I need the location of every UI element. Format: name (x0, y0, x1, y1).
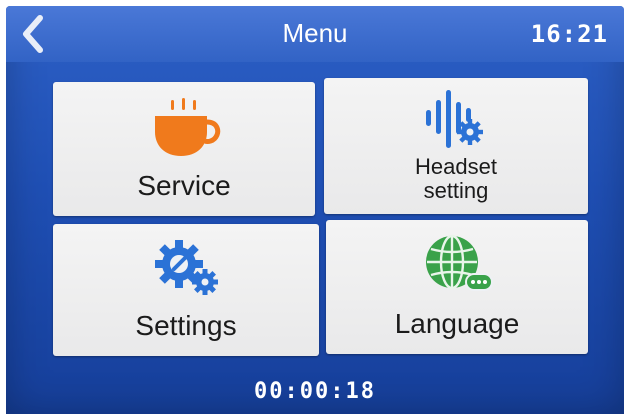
language-label: Language (394, 308, 520, 339)
settings-label: Settings (135, 310, 237, 341)
headset-setting-label-line2: setting (423, 178, 489, 203)
service-tile[interactable]: Service (53, 82, 315, 216)
language-tile[interactable]: Language (326, 220, 588, 354)
coffee-cup-icon (155, 98, 221, 156)
gears-icon (155, 240, 218, 295)
globe-chat-icon (426, 234, 493, 291)
elapsed-timer: 00:00:18 (254, 379, 376, 404)
headset-setting-tile[interactable]: Headset setting (324, 78, 588, 214)
service-label: Service (137, 170, 231, 201)
top-bar: Menu 16:21 (6, 6, 624, 62)
headset-setting-label-line1: Headset (415, 154, 497, 179)
device-screen: Menu 16:21 Service Headset setting Setti… (0, 0, 628, 414)
clock-time: 16:21 (530, 20, 608, 48)
headset-audio-settings-icon (426, 90, 483, 148)
lcd-display: Menu 16:21 Service Headset setting Setti… (6, 6, 624, 414)
settings-tile[interactable]: Settings (53, 224, 319, 356)
